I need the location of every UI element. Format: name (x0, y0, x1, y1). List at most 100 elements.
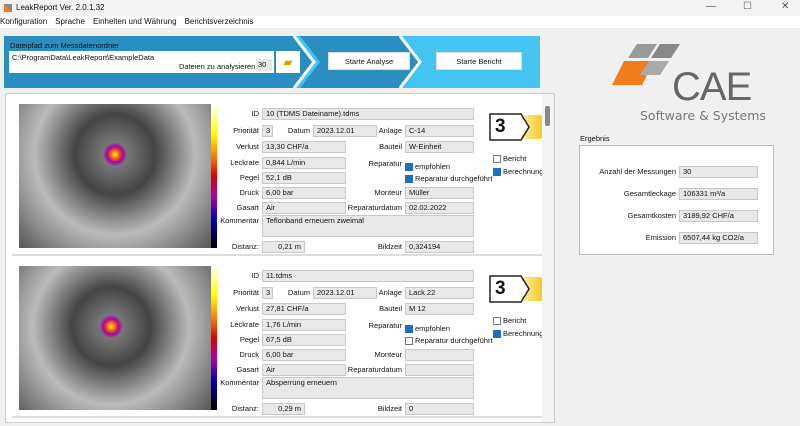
leckrate-label: Leckrate (230, 158, 259, 167)
bauteil-field[interactable]: W-Einheit (405, 141, 474, 153)
druck-label: Druck (239, 350, 259, 359)
gasart-label: Gasart (236, 365, 259, 374)
start-report-button[interactable]: Starte Bericht (436, 52, 522, 70)
color-scale (211, 104, 217, 248)
measurement-card: ID 10 (TDMS Dateiname).tdms Priorität 3 Datu… (12, 96, 547, 256)
scrollbar[interactable] (542, 94, 554, 422)
bauteil-label: Bauteil (379, 142, 402, 151)
distanz-label: Distanz: (231, 404, 259, 413)
result-value: 6507,44 kg CO2/a (679, 232, 758, 244)
druck-field[interactable]: 6,00 bar (262, 187, 346, 199)
priority-badge-value: 3 (495, 116, 506, 137)
bauteil-label: Bauteil (379, 304, 402, 313)
monteur-field[interactable]: Müller (405, 187, 474, 199)
svg-text:CAE: CAE (672, 65, 751, 109)
pegel-label: Pegel (239, 335, 259, 344)
measurement-list: ID 10 (TDMS Dateiname).tdms Priorität 3 Datu… (5, 93, 555, 423)
start-analysis-button[interactable]: Starte Analyse (328, 52, 410, 70)
datum-field[interactable]: 2023.12.01 (313, 287, 377, 299)
files-count-input[interactable]: 30 (256, 59, 272, 71)
path-input[interactable]: C:\ProgramData\LeakReport\ExampleData Da… (9, 51, 274, 73)
prio-label: Priorität (233, 126, 259, 135)
report-label: Bericht (503, 316, 527, 325)
result-label: Emission (645, 233, 676, 242)
reparaturdatum-field[interactable] (405, 364, 474, 376)
repair-done-checkbox[interactable] (405, 337, 413, 345)
scrollbar-thumb[interactable] (545, 106, 550, 126)
repair-recommended-checkbox[interactable] (405, 163, 413, 171)
menu-berichtsverzeichnis[interactable]: Berichtsverzeichnis (181, 16, 258, 28)
verlust-field[interactable]: 13,30 CHF/a (262, 141, 346, 153)
kommentar-label: Kommentar (220, 216, 259, 225)
result-label: Gesamtleckage (623, 189, 676, 198)
bildzeit-field[interactable]: 0 (405, 403, 474, 415)
bildzeit-field[interactable]: 0,324194 (405, 241, 474, 253)
leckrate-field[interactable]: 0,844 L/min (262, 157, 346, 169)
distanz-field[interactable]: 0,29 m (262, 403, 305, 415)
result-value: 3189,92 CHF/a (679, 210, 758, 222)
leckrate-field[interactable]: 1,76 L/min (262, 319, 346, 331)
gasart-field[interactable]: Air (262, 202, 346, 214)
kommentar-field[interactable]: Teflonband erneuern zweimal (262, 215, 474, 237)
prio-field[interactable]: 3 (262, 287, 273, 299)
priority-badge: 3 (489, 113, 547, 141)
pegel-field[interactable]: 52,1 dB (262, 172, 346, 184)
verlust-label: Verlust (236, 304, 259, 313)
druck-field[interactable]: 6,00 bar (262, 349, 346, 361)
bauteil-field[interactable]: M 12 (405, 303, 474, 315)
pegel-label: Pegel (239, 173, 259, 182)
result-label: Gesamtkosten (627, 211, 676, 220)
report-checkbox[interactable] (493, 155, 501, 163)
result-value: 106331 m³/a (679, 188, 758, 200)
verlust-field[interactable]: 27,81 CHF/a (262, 303, 346, 315)
monteur-label: Monteur (374, 350, 402, 359)
datum-field[interactable]: 2023.12.01 (313, 125, 377, 137)
repair-recommended-checkbox[interactable] (405, 325, 413, 333)
app-icon (4, 4, 12, 12)
measurement-card: ID 11.tdms Priorität 3 Datum 2023.12.01 Anlage… (12, 258, 547, 418)
reparatur-label: Reparatur (368, 321, 402, 330)
leckrate-label: Leckrate (230, 320, 259, 329)
cae-logo: CAE Software & Systems (612, 44, 772, 124)
repair-done-checkbox[interactable] (405, 175, 413, 183)
menu-konfiguration[interactable]: Konfiguration (0, 16, 51, 28)
id-field[interactable]: 11.tdms (262, 270, 474, 282)
reparaturdatum-label: Reparaturdatum (347, 203, 402, 212)
monteur-field[interactable] (405, 349, 474, 361)
thermal-image (19, 266, 211, 410)
anlage-field[interactable]: C-14 (405, 125, 474, 137)
menu-sprache[interactable]: Sprache (51, 16, 89, 28)
report-checkbox[interactable] (493, 317, 501, 325)
gasart-field[interactable]: Air (262, 364, 346, 376)
repair-recommended-label: empfohlen (415, 162, 451, 171)
logo-graphic: CAE Software & Systems (612, 44, 766, 123)
kommentar-field[interactable]: Absperrung erneuern (262, 377, 474, 399)
minimize-button[interactable]: — (706, 1, 716, 12)
pegel-field[interactable]: 67,5 dB (262, 334, 346, 346)
kommentar-label: Kommentar (220, 378, 259, 387)
id-field[interactable]: 10 (TDMS Dateiname).tdms (262, 108, 474, 120)
priority-badge: 3 (489, 275, 547, 303)
close-button[interactable]: ✕ (781, 1, 789, 12)
datum-label: Datum (287, 126, 310, 135)
anlage-label: Anlage (378, 126, 402, 135)
reparaturdatum-field[interactable]: 02.02.2022 (405, 202, 474, 214)
distanz-field[interactable]: 0,21 m (262, 241, 305, 253)
gasart-label: Gasart (236, 203, 259, 212)
menu-einheiten[interactable]: Einheiten und Währung (89, 16, 181, 28)
color-scale (211, 266, 217, 410)
priority-badge-value: 3 (495, 278, 506, 299)
calculation-checkbox[interactable] (493, 168, 501, 176)
anlage-field[interactable]: Lack 22 (405, 287, 474, 299)
prio-field[interactable]: 3 (262, 125, 273, 137)
verlust-label: Verlust (236, 142, 259, 151)
distanz-label: Distanz: (231, 242, 259, 251)
folder-open-button[interactable]: ▰ (276, 51, 300, 73)
druck-label: Druck (239, 188, 259, 197)
path-label: Dateipfad zum Messdatenordner (10, 41, 119, 50)
calculation-checkbox[interactable] (493, 330, 501, 338)
maximize-button[interactable]: ☐ (743, 1, 752, 12)
folder-icon: ▰ (283, 55, 293, 69)
path-value: C:\ProgramData\LeakReport\ExampleData (12, 53, 155, 62)
result-label: Anzahl der Messungen (599, 167, 676, 176)
